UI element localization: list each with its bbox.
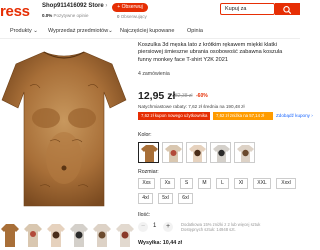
size-option-s[interactable]: S <box>180 178 193 189</box>
size-option-xs[interactable]: Xs <box>160 178 175 189</box>
thumbnail-4[interactable] <box>69 222 89 248</box>
color-swatch-2[interactable] <box>162 142 183 163</box>
size-option-6xl[interactable]: 6xl <box>178 193 193 204</box>
thumbnail-3[interactable] <box>46 222 66 248</box>
store-rating-label: Pozytywne opinie <box>53 13 89 18</box>
store-rating: 0.0% Pozytywne opinie <box>42 13 89 18</box>
quantity-value[interactable]: 1 <box>153 223 156 229</box>
discount-badge: -60% <box>196 93 208 99</box>
product-main-image[interactable] <box>0 46 128 211</box>
instant-discount-text: Natychmiastowe rabaty: 7,62 zł średnia n… <box>138 104 245 109</box>
nav-item-sale[interactable]: Wyprzedaż przedmiotów⌄ <box>48 28 113 34</box>
site-logo[interactable]: ress <box>0 3 30 20</box>
stock-available-text: Dostępnych sztuk: 14948 szt. <box>181 227 236 233</box>
thumbnail-6[interactable] <box>115 222 135 248</box>
size-option-xxl[interactable]: XXL <box>253 178 271 189</box>
top-bar: ress Shop911416092 Store › 0.0% Pozytywn… <box>0 0 300 25</box>
thumbnail-1[interactable] <box>0 222 20 248</box>
follow-button[interactable]: + Obserwuj <box>112 3 148 12</box>
quantity-decrease-button[interactable]: − <box>138 222 148 232</box>
thumbnail-strip <box>0 222 140 250</box>
store-name-label[interactable]: Shop911416092 Store <box>42 3 104 9</box>
product-title: Koszulka 3d męska lato z krótkim rękawem… <box>138 42 283 63</box>
search-button[interactable] <box>275 3 300 15</box>
size-option-m[interactable]: M <box>198 178 211 189</box>
size-option-xxxl[interactable]: Xxxl <box>276 178 296 189</box>
nav-item-products[interactable]: Produkty ⌄ <box>10 28 38 34</box>
new-user-coupon[interactable]: 7,62 zł kupon nowego użytkownika <box>138 112 210 120</box>
followers: 0 Obserwujący <box>117 14 147 19</box>
search-input[interactable]: Kupuj za <box>220 3 275 15</box>
quantity-label: Ilość: <box>138 212 151 218</box>
color-swatch-4[interactable] <box>210 142 231 163</box>
shipping-cost: Wysyłka: 10,44 zł <box>138 240 182 246</box>
orders-count: 4 zamówienia <box>138 71 170 77</box>
color-swatch-5[interactable] <box>234 142 255 163</box>
search-input-value: Kupuj za <box>225 6 247 12</box>
store-rating-value: 0.0% <box>42 13 53 18</box>
size-option-xxs[interactable]: Xxs <box>138 178 155 189</box>
store-coupon[interactable]: 7,62 zł zniżka na 57,14 zł <box>213 112 273 120</box>
followers-label: Obserwujący <box>120 14 147 19</box>
thumbnail-2[interactable] <box>23 222 43 248</box>
original-price: 32,38 zł <box>175 93 193 99</box>
followers-count: 0 <box>117 14 120 19</box>
color-swatch-1[interactable] <box>138 142 159 163</box>
color-label: Kolor: <box>138 132 152 138</box>
size-option-l[interactable]: L <box>216 178 229 189</box>
thumbnail-5[interactable] <box>92 222 112 248</box>
nav-item-bestsellers[interactable]: Najczęściej kupowane <box>120 28 174 34</box>
store-name[interactable]: Shop911416092 Store › <box>42 3 107 9</box>
size-option-5xl[interactable]: 5xl <box>158 193 173 204</box>
quantity-increase-button[interactable]: + <box>163 222 173 232</box>
nav-item-reviews[interactable]: Opinia <box>187 28 203 34</box>
search-icon <box>283 6 292 14</box>
chevron-right-icon: › <box>105 3 108 9</box>
product-price: 12,95 zł <box>138 90 176 102</box>
color-swatch-3[interactable] <box>186 142 207 163</box>
get-coupons-link[interactable]: Zdobądź kupony › <box>276 112 313 120</box>
size-option-4xl[interactable]: 4xl <box>138 193 153 204</box>
quantity-info: Dodatkowa 15% zniżki z 2 lub więcej sztu… <box>181 222 260 233</box>
size-option-xl[interactable]: Xl <box>234 178 248 189</box>
size-label: Rozmiar: <box>138 169 159 175</box>
store-nav: Produkty ⌄ Wyprzedaż przedmiotów⌄ Najczę… <box>0 25 300 39</box>
